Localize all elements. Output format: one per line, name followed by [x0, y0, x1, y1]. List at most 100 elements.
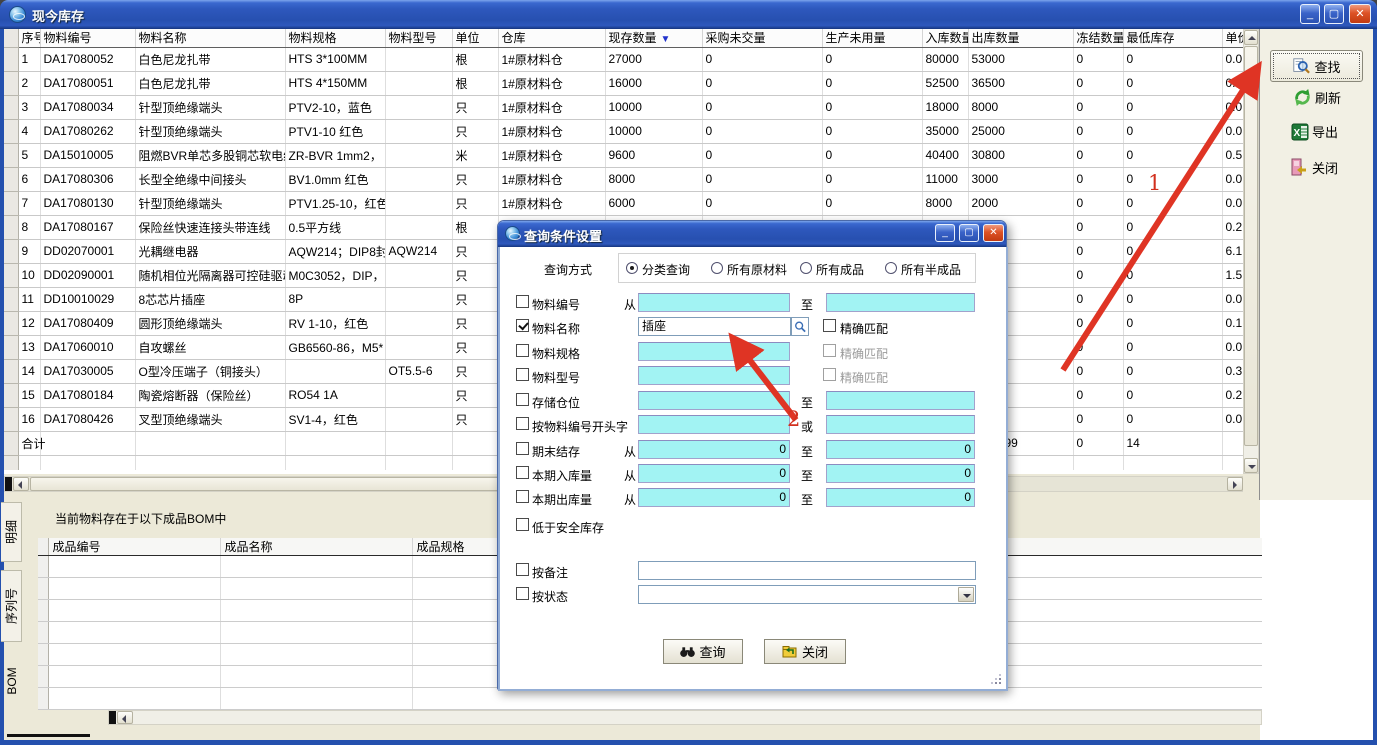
field-checkbox-unchecked[interactable] [516, 393, 529, 406]
scroll-left-button[interactable] [13, 477, 29, 491]
column-header-13[interactable]: 冻结数量 [1073, 29, 1123, 47]
row-indicator[interactable] [4, 167, 18, 191]
field-checkbox-checked[interactable] [516, 319, 529, 332]
close-button[interactable]: ✕ [1349, 4, 1371, 24]
dialog-input[interactable]: 0 [826, 488, 975, 507]
dialog-close-button[interactable]: ✕ [983, 224, 1004, 242]
tab-bom[interactable]: BOM [1, 650, 22, 712]
radio-option[interactable] [711, 262, 723, 274]
dialog-input[interactable] [638, 293, 790, 312]
column-header-12[interactable]: 出库数量 [968, 29, 1073, 47]
field-checkbox-unchecked[interactable] [516, 490, 529, 503]
field-checkbox-unchecked[interactable] [516, 563, 529, 576]
vertical-scrollbar[interactable] [1243, 29, 1259, 474]
dialog-search-button[interactable]: 查询 [663, 639, 743, 664]
scroll-right-button[interactable] [1227, 477, 1243, 491]
column-header-9[interactable]: 采购未交量 [702, 29, 822, 47]
row-indicator[interactable] [4, 95, 18, 119]
bottom-splitter-handle[interactable] [109, 711, 116, 724]
minimize-button[interactable]: _ [1300, 4, 1320, 24]
column-header-1[interactable]: 序号 [18, 29, 40, 47]
row-indicator[interactable] [4, 311, 18, 335]
dialog-input[interactable]: 0 [638, 488, 790, 507]
column-header-3[interactable]: 物料名称 [135, 29, 285, 47]
field-checkbox-unchecked[interactable] [516, 587, 529, 600]
lookup-magnifier-button[interactable] [791, 317, 809, 336]
row-indicator[interactable] [4, 263, 18, 287]
row-indicator[interactable] [4, 119, 18, 143]
dialog-input[interactable]: 0 [826, 464, 975, 483]
field-checkbox-unchecked[interactable] [516, 368, 529, 381]
find-button[interactable]: 查找 [1270, 50, 1363, 82]
column-header-6[interactable]: 单位 [452, 29, 498, 47]
scroll-down-button[interactable] [1244, 458, 1258, 473]
dropdown-arrow-button[interactable] [958, 587, 974, 602]
dialog-input[interactable] [638, 415, 790, 434]
row-indicator[interactable] [4, 239, 18, 263]
field-checkbox-unchecked[interactable] [516, 442, 529, 455]
dialog-input[interactable] [826, 415, 975, 434]
vscroll-thumb[interactable] [1244, 46, 1258, 446]
dialog-input[interactable] [826, 293, 975, 312]
field-checkbox-unchecked[interactable] [516, 417, 529, 430]
inventory-row[interactable]: 6DA17080306长型全绝缘中间接头BV1.0mm 红色只1#原材料仓800… [4, 167, 1243, 191]
inventory-row[interactable]: 1DA17080052白色尼龙扎带HTS 3*100MM根1#原材料仓27000… [4, 47, 1243, 71]
inventory-row[interactable]: 3DA17080034针型顶绝缘端头PTV2-10，蓝色只1#原材料仓10000… [4, 95, 1243, 119]
dialog-input[interactable] [638, 391, 790, 410]
radio-option[interactable] [800, 262, 812, 274]
row-indicator[interactable] [4, 431, 18, 455]
bottom-scrollbar[interactable] [108, 710, 1262, 725]
row-indicator[interactable] [4, 47, 18, 71]
column-header-8[interactable]: 现存数量▼ [605, 29, 702, 47]
row-indicator[interactable] [4, 215, 18, 239]
maximize-button[interactable]: ▢ [1324, 4, 1344, 24]
titlebar[interactable]: 现今库存 _ ▢ ✕ [0, 0, 1377, 29]
row-indicator[interactable] [4, 287, 18, 311]
column-header-15[interactable]: 单价 [1222, 29, 1243, 47]
export-button[interactable]: X 导出 [1291, 122, 1338, 141]
panel-close-button[interactable]: 关闭 [1289, 157, 1338, 177]
exact-match-checkbox[interactable] [823, 319, 836, 332]
dialog-input[interactable]: 0 [638, 440, 790, 459]
inventory-row[interactable]: 5DA15010005阻燃BVR单芯多股铜芯软电线ZR-BVR 1mm2，米1#… [4, 143, 1243, 167]
tab-detail[interactable]: 明细 [1, 502, 22, 562]
material-name-input[interactable]: 插座 [638, 317, 791, 336]
radio-option[interactable] [885, 262, 897, 274]
dialog-titlebar[interactable]: 查询条件设置 _ ▢ ✕ [498, 221, 1006, 247]
row-indicator[interactable] [4, 407, 18, 431]
inventory-row[interactable]: 4DA17080262针型顶绝缘端头PTV1-10 红色只1#原材料仓10000… [4, 119, 1243, 143]
dialog-close-button2[interactable]: 关闭 [764, 639, 846, 664]
dialog-minimize-button[interactable]: _ [935, 224, 955, 242]
bom-column-header-1[interactable]: 成品编号 [48, 538, 220, 556]
dialog-input[interactable] [638, 561, 976, 580]
dialog-input[interactable] [826, 391, 975, 410]
column-header-14[interactable]: 最低库存 [1123, 29, 1222, 47]
bom-column-header-2[interactable]: 成品名称 [220, 538, 412, 556]
column-header-11[interactable]: 入库数量 [922, 29, 968, 47]
row-indicator[interactable] [4, 143, 18, 167]
row-indicator[interactable] [4, 359, 18, 383]
column-header-7[interactable]: 仓库 [498, 29, 605, 47]
field-checkbox-unchecked[interactable] [516, 466, 529, 479]
tab-serial[interactable]: 序列号 [1, 570, 22, 642]
dialog-input[interactable] [638, 366, 790, 385]
dialog-input[interactable]: 0 [826, 440, 975, 459]
column-header-2[interactable]: 物料编号 [40, 29, 135, 47]
inventory-row[interactable]: 2DA17080051白色尼龙扎带HTS 4*150MM根1#原材料仓16000… [4, 71, 1243, 95]
dialog-input[interactable]: 0 [638, 464, 790, 483]
dialog-input[interactable] [638, 342, 790, 361]
status-dropdown[interactable] [638, 585, 976, 604]
row-indicator[interactable] [4, 191, 18, 215]
scroll-up-button[interactable] [1244, 30, 1258, 45]
row-indicator[interactable] [4, 383, 18, 407]
splitter-handle[interactable] [5, 477, 12, 491]
field-checkbox-unchecked[interactable] [516, 518, 529, 531]
refresh-button[interactable]: 刷新 [1293, 88, 1341, 107]
dialog-resize-grip[interactable] [990, 673, 1002, 685]
column-header-4[interactable]: 物料规格 [285, 29, 385, 47]
row-indicator[interactable] [4, 335, 18, 359]
inventory-row[interactable]: 7DA17080130针型顶绝缘端头PTV1.25-10，红色只1#原材料仓60… [4, 191, 1243, 215]
radio-selected[interactable] [626, 262, 638, 274]
column-header-5[interactable]: 物料型号 [385, 29, 452, 47]
field-checkbox-unchecked[interactable] [516, 344, 529, 357]
